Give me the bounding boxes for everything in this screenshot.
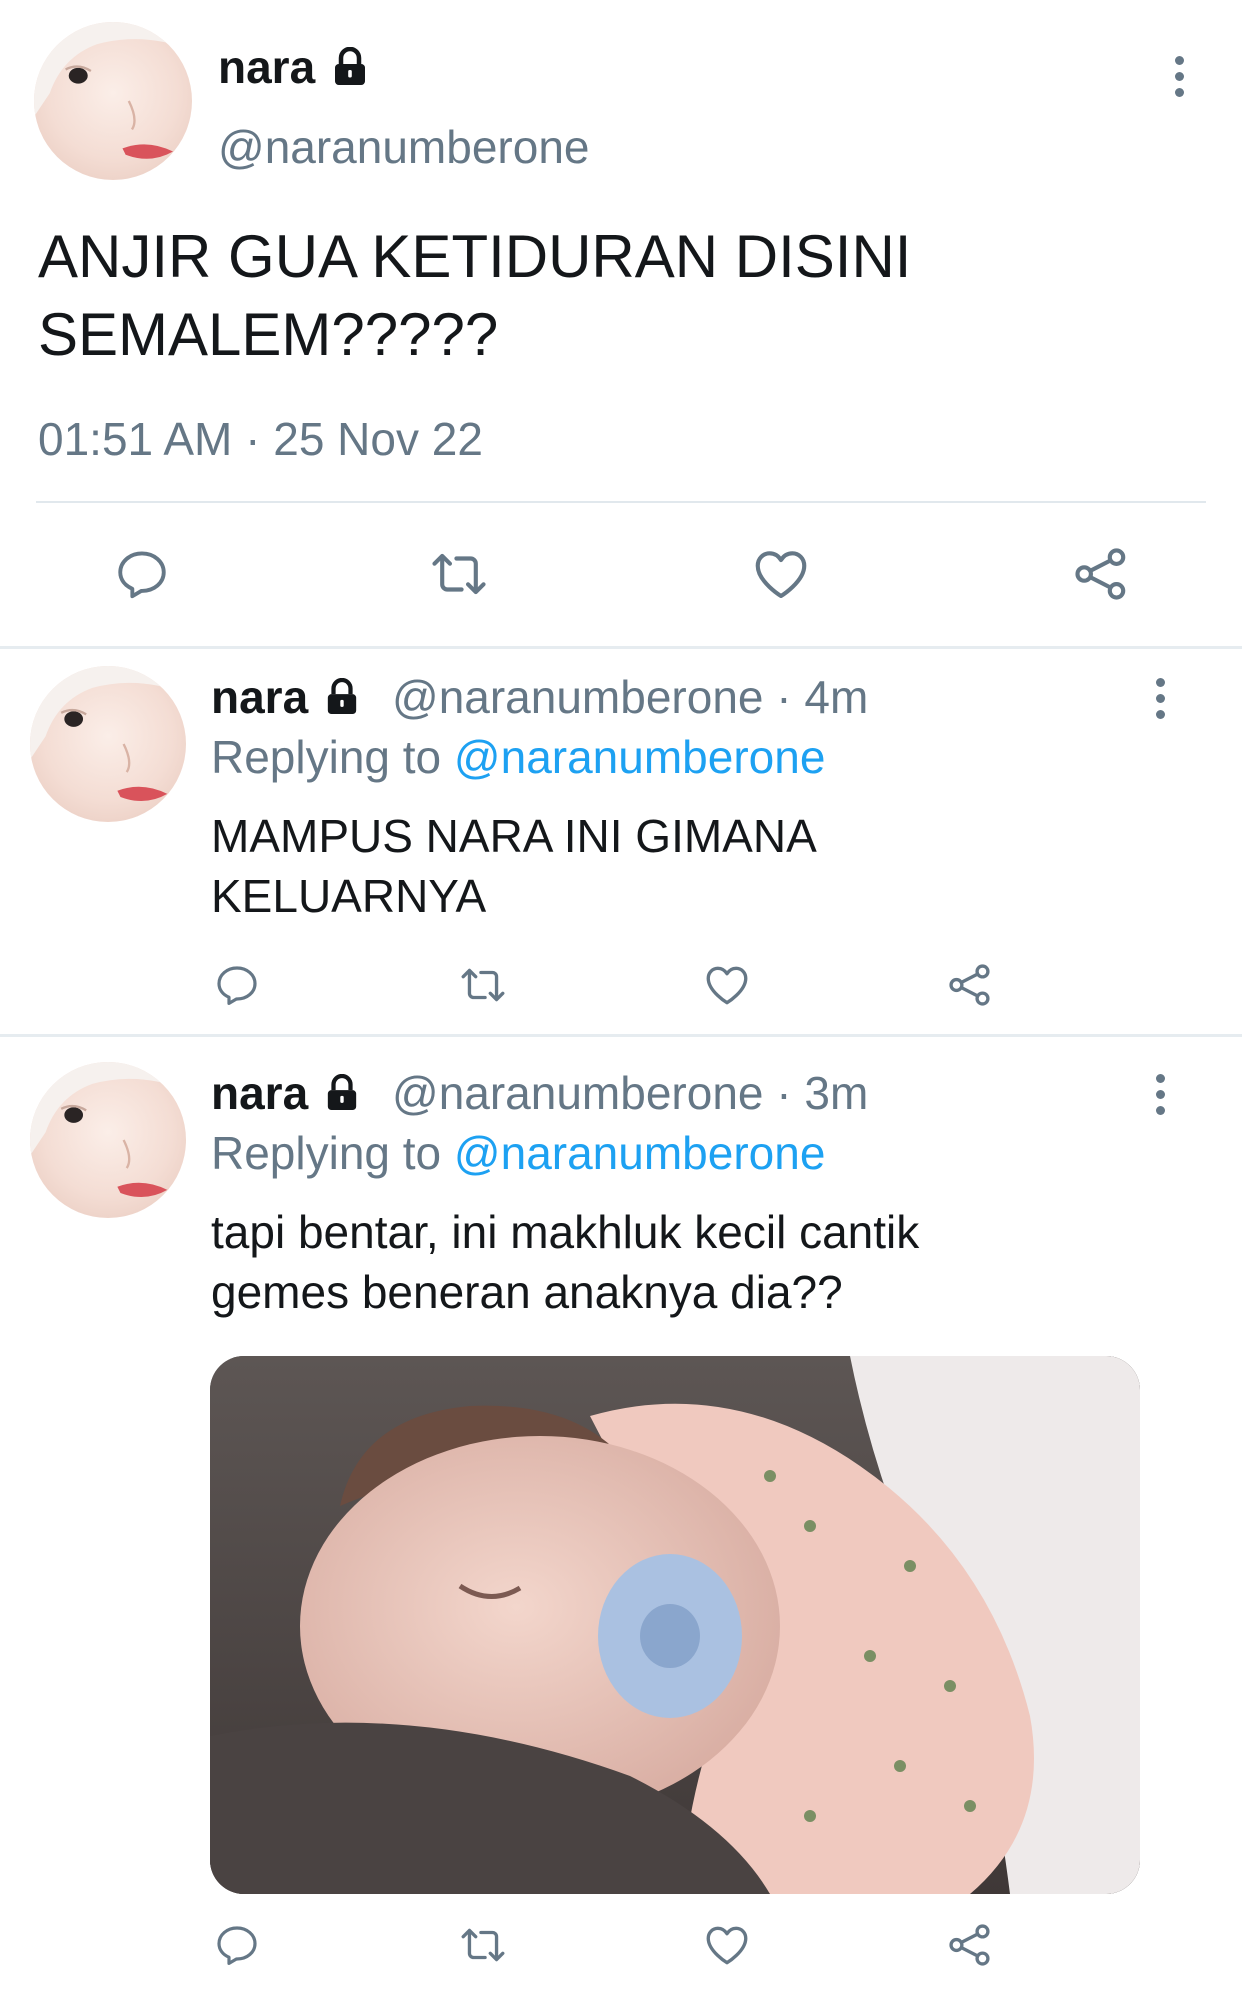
avatar-image <box>30 1062 186 1218</box>
reply-icon <box>118 551 166 599</box>
handle[interactable]: @naranumberone <box>218 120 589 174</box>
handle-time[interactable]: @naranumberone · 4m <box>392 670 868 724</box>
display-name[interactable]: nara <box>211 1066 359 1120</box>
replying-to: Replying to @naranumberone <box>211 731 826 783</box>
retweet-icon <box>461 968 505 1002</box>
more-icon[interactable] <box>1153 1074 1167 1122</box>
lock-icon <box>327 677 357 714</box>
retweet-button[interactable] <box>419 536 499 612</box>
more-icon[interactable] <box>1172 56 1186 104</box>
tweet-text: MAMPUS NARA INI GIMANA KELUARNYA <box>211 806 817 926</box>
replying-to-link[interactable]: @naranumberone <box>454 1127 825 1179</box>
reply-button[interactable] <box>102 536 182 612</box>
divider <box>0 1034 1242 1037</box>
timestamp[interactable]: 01:51 AM · 25 Nov 22 <box>38 412 483 466</box>
share-button[interactable] <box>1061 536 1141 612</box>
like-button[interactable] <box>695 955 759 1015</box>
tweet-text-line: gemes beneran anaknya dia?? <box>211 1266 843 1318</box>
like-icon <box>706 1926 748 1965</box>
tweet-text-line: MAMPUS NARA INI GIMANA <box>211 810 817 862</box>
like-button[interactable] <box>741 536 821 612</box>
retweet-icon <box>432 553 486 595</box>
lock-icon <box>327 1073 357 1110</box>
sleeping-baby-photo <box>210 1356 1140 1894</box>
reply-button[interactable] <box>205 955 269 1015</box>
tweet-text: ANJIR GUA KETIDURAN DISINI SEMALEM????? <box>38 218 911 374</box>
reply-button[interactable] <box>205 1915 269 1975</box>
replying-to-link[interactable]: @naranumberone <box>454 731 825 783</box>
handle-time[interactable]: @naranumberone · 3m <box>392 1066 868 1120</box>
separator <box>36 501 1206 503</box>
like-icon <box>755 551 807 599</box>
more-icon[interactable] <box>1153 678 1167 726</box>
tweet-text-line: tapi bentar, ini makhluk kecil cantik <box>211 1206 920 1258</box>
replying-to: Replying to @naranumberone <box>211 1127 826 1179</box>
tweet-text-line: KELUARNYA <box>211 870 487 922</box>
share-icon <box>1075 548 1126 600</box>
avatar[interactable] <box>34 22 192 180</box>
lock-icon <box>334 46 365 85</box>
tweet-text: tapi bentar, ini makhluk kecil cantik ge… <box>211 1202 919 1322</box>
retweet-button[interactable] <box>451 955 515 1015</box>
retweet-button[interactable] <box>451 1915 515 1975</box>
reply-icon <box>217 1926 257 1965</box>
share-icon <box>949 1924 990 1966</box>
tweet-media-photo[interactable] <box>210 1356 1140 1894</box>
share-button[interactable] <box>938 955 1002 1015</box>
retweet-icon <box>461 1928 505 1962</box>
avatar[interactable] <box>30 666 186 822</box>
like-button[interactable] <box>695 1915 759 1975</box>
display-name[interactable]: nara <box>218 40 368 94</box>
tweet-text-line: ANJIR GUA KETIDURAN DISINI <box>38 223 912 290</box>
share-icon <box>949 964 990 1006</box>
avatar-image <box>34 22 192 180</box>
share-button[interactable] <box>938 1915 1002 1975</box>
avatar-image <box>30 666 186 822</box>
display-name[interactable]: nara <box>211 670 359 724</box>
reply-icon <box>217 966 257 1005</box>
like-icon <box>706 966 748 1005</box>
tweet-text-line: SEMALEM????? <box>38 301 499 368</box>
avatar[interactable] <box>30 1062 186 1218</box>
divider <box>0 646 1242 649</box>
